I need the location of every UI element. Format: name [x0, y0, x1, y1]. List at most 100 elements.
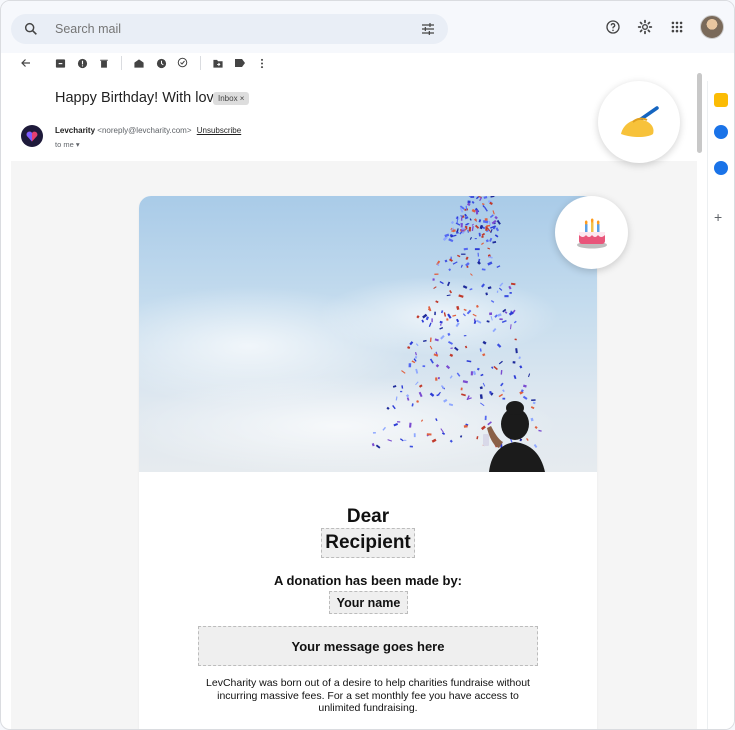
confetti-piece: [422, 365, 426, 368]
confetti-piece: [484, 218, 488, 221]
confetti-piece: [413, 358, 417, 362]
confetti-piece: [460, 215, 464, 218]
confetti-piece: [481, 268, 486, 271]
label-icon[interactable]: [229, 54, 251, 72]
confetti-piece: [466, 265, 469, 268]
recipient-dropdown[interactable]: to me ▾: [55, 140, 80, 149]
more-options-icon[interactable]: [251, 54, 273, 72]
confetti-piece: [481, 203, 485, 206]
search-bar[interactable]: [11, 14, 448, 44]
confetti-piece: [460, 223, 463, 228]
donor-name-field[interactable]: Your name: [329, 591, 408, 614]
keep-icon[interactable]: [714, 93, 728, 107]
snooze-icon[interactable]: [150, 54, 172, 72]
back-arrow-icon[interactable]: [15, 54, 37, 72]
confetti-piece: [519, 365, 523, 369]
confetti-piece: [460, 217, 463, 221]
confetti-piece: [460, 387, 463, 391]
side-panel: +: [707, 81, 734, 729]
scrollbar[interactable]: [697, 73, 702, 153]
confetti-piece: [523, 384, 527, 388]
confetti-piece: [489, 391, 492, 394]
move-to-icon[interactable]: [207, 54, 229, 72]
cake-emoji-bubble[interactable]: [555, 196, 628, 269]
tasks-icon[interactable]: [714, 125, 728, 139]
confetti-piece: [471, 223, 474, 226]
confetti-piece: [452, 261, 458, 265]
apps-grid-icon[interactable]: [668, 18, 686, 36]
confetti-piece: [513, 375, 517, 380]
birthday-card: Dear Recipient A donation has been made …: [139, 196, 597, 729]
confetti-piece: [445, 364, 451, 370]
sender-line: Levcharity <noreply@levcharity.com> Unsu…: [55, 126, 241, 135]
archive-icon[interactable]: [49, 54, 71, 72]
confetti-piece: [461, 227, 466, 230]
confetti-illustration: [139, 196, 559, 476]
confetti-piece: [449, 375, 453, 379]
contacts-icon[interactable]: [714, 161, 728, 175]
report-spam-icon[interactable]: [71, 54, 93, 72]
confetti-piece: [485, 239, 489, 243]
add-task-icon[interactable]: [172, 54, 194, 72]
confetti-piece: [515, 348, 518, 354]
confetti-piece: [481, 235, 484, 238]
search-icon[interactable]: [23, 21, 39, 37]
message-field[interactable]: Your message goes here: [198, 626, 538, 666]
confetti-piece: [499, 318, 503, 321]
confetti-piece: [467, 229, 469, 233]
confetti-piece: [470, 273, 473, 276]
confetti-piece: [474, 224, 480, 229]
greeting: Dear: [346, 506, 390, 527]
confetti-piece: [471, 225, 474, 232]
confetti-piece: [509, 292, 512, 294]
confetti-piece: [465, 256, 469, 261]
confetti-piece: [495, 227, 500, 232]
mark-unread-icon[interactable]: [128, 54, 150, 72]
confetti-piece: [472, 370, 477, 376]
confetti-piece: [408, 363, 412, 368]
delete-icon[interactable]: [93, 54, 115, 72]
confetti-piece: [485, 226, 488, 231]
unsubscribe-link[interactable]: Unsubscribe: [197, 126, 241, 135]
confetti-piece: [466, 360, 472, 363]
gear-icon[interactable]: [636, 18, 654, 36]
confetti-piece: [469, 218, 472, 221]
confetti-piece: [489, 312, 493, 316]
confetti-piece: [456, 372, 461, 377]
confetti-piece: [432, 278, 435, 281]
confetti-piece: [415, 368, 419, 374]
sender-avatar[interactable]: [21, 125, 43, 147]
signature-emoji-bubble[interactable]: [598, 81, 680, 163]
confetti-piece: [493, 365, 498, 371]
account-avatar[interactable]: [700, 15, 724, 39]
inbox-label-chip[interactable]: Inbox ×: [213, 92, 250, 105]
confetti-piece: [468, 226, 472, 232]
writing-hand-icon: [621, 106, 659, 137]
add-addon-icon[interactable]: +: [714, 209, 722, 225]
confetti-piece: [426, 433, 432, 436]
confetti-piece: [481, 242, 485, 245]
confetti-piece: [409, 445, 413, 448]
confetti-piece: [487, 247, 491, 250]
confetti-piece: [502, 397, 506, 400]
search-input[interactable]: [53, 21, 397, 37]
confetti-piece: [482, 353, 486, 357]
confetti-piece: [464, 216, 469, 220]
sender-name[interactable]: Levcharity: [55, 126, 95, 135]
confetti-piece: [528, 373, 531, 378]
confetti-piece: [437, 376, 440, 380]
confetti-piece: [492, 240, 497, 244]
recipient-name-field[interactable]: Recipient: [321, 528, 415, 558]
confetti-piece: [457, 254, 461, 258]
tune-icon[interactable]: [420, 21, 436, 37]
confetti-piece: [481, 232, 486, 237]
toolbar-divider: [121, 56, 122, 70]
help-icon[interactable]: [604, 18, 622, 36]
confetti-piece: [400, 390, 403, 393]
card-content: Dear Recipient A donation has been made …: [139, 472, 597, 729]
confetti-piece: [518, 356, 521, 360]
confetti-piece: [469, 237, 473, 240]
confetti-piece: [463, 247, 468, 251]
confetti-piece: [474, 238, 477, 240]
confetti-piece: [444, 259, 448, 263]
